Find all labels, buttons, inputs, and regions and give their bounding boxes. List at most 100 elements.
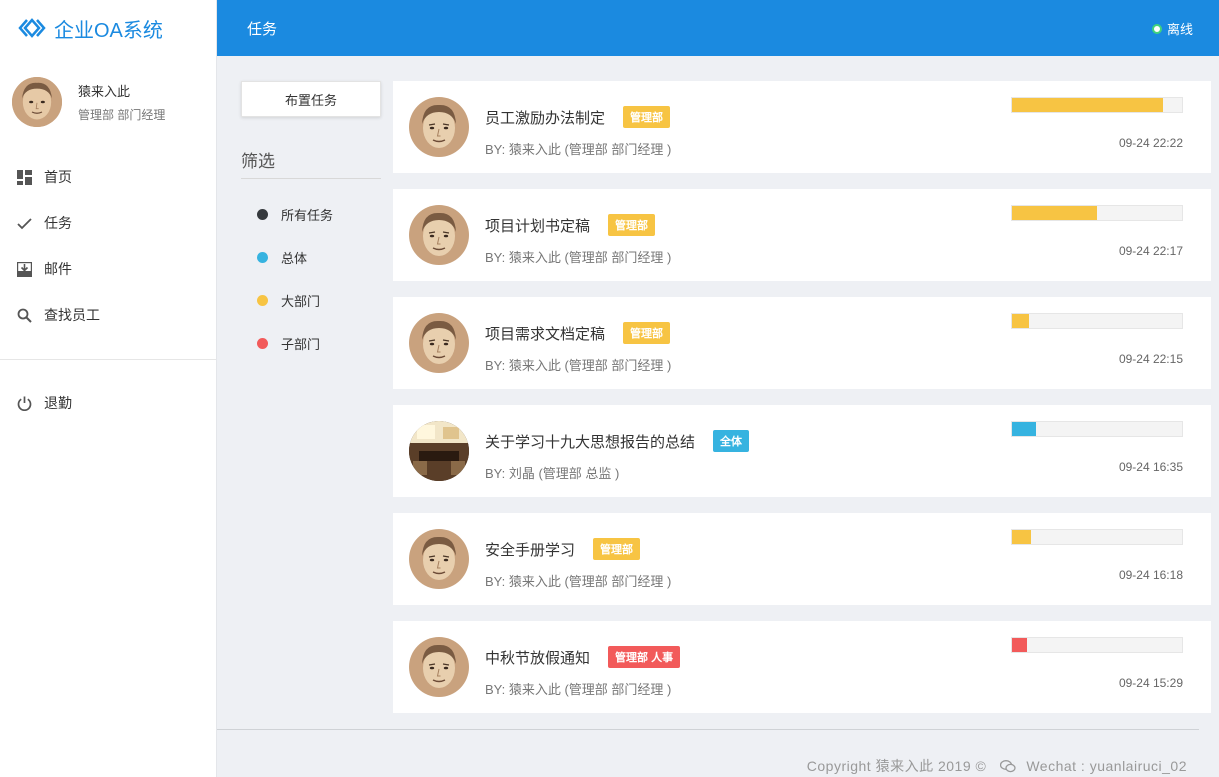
- progress-fill: [1012, 530, 1031, 544]
- progress-bar: [1011, 97, 1183, 113]
- avatar: [409, 205, 469, 265]
- progress-bar: [1011, 637, 1183, 653]
- filter-label: 总体: [281, 251, 308, 266]
- page-title: 任务: [247, 21, 278, 38]
- sidebar-item-tasks[interactable]: 任务: [0, 200, 216, 246]
- progress-fill: [1012, 638, 1028, 652]
- task-time: 09-24 16:35: [1118, 460, 1183, 474]
- task-author: BY: 猿来入此 (管理部 部门经理 ): [485, 682, 672, 697]
- task-time: 09-24 22:22: [1118, 136, 1183, 150]
- check-icon: [16, 215, 32, 231]
- filter-overall[interactable]: 总体: [241, 236, 381, 279]
- dept-badge: 管理部: [623, 322, 671, 344]
- dept-badge: 管理部: [623, 106, 671, 128]
- task-list: 员工激励办法制定 管理部 BY: 猿来入此 (管理部 部门经理 ) 09-24 2…: [393, 81, 1211, 729]
- sidebar-item-label: 邮件: [44, 261, 72, 277]
- online-status[interactable]: 离线: [1151, 19, 1193, 38]
- user-dept: 管理部 部门经理: [78, 108, 166, 122]
- sidebar-nav: 首页 任务 邮件 查找员工: [0, 154, 216, 338]
- sidebar-item-label: 查找员工: [44, 307, 100, 323]
- dept-badge: 管理部: [593, 538, 641, 560]
- search-icon: [16, 307, 32, 323]
- status-dot-icon: [1151, 23, 1162, 34]
- task-author: BY: 猿来入此 (管理部 部门经理 ): [485, 250, 672, 265]
- logo-icon: [18, 18, 46, 38]
- dept-badge: 管理部: [608, 214, 656, 236]
- assign-task-button[interactable]: 布置任务: [241, 81, 381, 117]
- task-card[interactable]: 关于学习十九大思想报告的总结 全体 BY: 刘晶 (管理部 总监 ) 09-24 …: [393, 405, 1211, 497]
- task-time: 09-24 16:18: [1118, 568, 1183, 582]
- filter-list: 所有任务 总体 大部门 子部门: [241, 193, 381, 365]
- sidebar-item-mail[interactable]: 邮件: [0, 246, 216, 292]
- filter-heading: 筛选: [241, 147, 381, 179]
- sidebar-item-label: 任务: [44, 215, 72, 231]
- dashboard-icon: [16, 169, 32, 185]
- task-card[interactable]: 项目计划书定稿 管理部 BY: 猿来入此 (管理部 部门经理 ) 09-24 22…: [393, 189, 1211, 281]
- footer-divider: [217, 729, 1199, 730]
- filter-dot-icon: [257, 252, 268, 263]
- filter-dot-icon: [257, 295, 268, 306]
- task-author: BY: 猿来入此 (管理部 部门经理 ): [485, 142, 672, 157]
- avatar: [409, 637, 469, 697]
- wechat-text: Wechat : yuanlairuci_02: [1026, 758, 1187, 774]
- filter-label: 大部门: [281, 294, 321, 309]
- status-label: 离线: [1166, 22, 1193, 37]
- filter-all[interactable]: 所有任务: [241, 193, 381, 236]
- task-title: 关于学习十九大思想报告的总结: [485, 433, 696, 451]
- task-title: 项目需求文档定稿: [485, 325, 606, 343]
- task-time: 09-24 22:17: [1118, 244, 1183, 258]
- progress-fill: [1012, 206, 1097, 220]
- task-title: 员工激励办法制定: [485, 109, 606, 127]
- progress-fill: [1012, 314, 1029, 328]
- progress-fill: [1012, 422, 1036, 436]
- task-author: BY: 猿来入此 (管理部 部门经理 ): [485, 358, 672, 373]
- dept-badge: 管理部 人事: [608, 646, 681, 668]
- task-author: BY: 猿来入此 (管理部 部门经理 ): [485, 574, 672, 589]
- avatar: [12, 77, 62, 127]
- filter-label: 所有任务: [281, 208, 334, 223]
- filter-label: 子部门: [281, 337, 321, 352]
- progress-fill: [1012, 98, 1164, 112]
- progress-bar: [1011, 313, 1183, 329]
- dept-badge: 全体: [713, 430, 750, 452]
- task-card[interactable]: 员工激励办法制定 管理部 BY: 猿来入此 (管理部 部门经理 ) 09-24 2…: [393, 81, 1211, 173]
- sidebar-item-label: 退勤: [44, 395, 72, 411]
- task-time: 09-24 15:29: [1118, 676, 1183, 690]
- power-icon: [16, 395, 32, 411]
- sidebar-item-find-staff[interactable]: 查找员工: [0, 292, 216, 338]
- filter-dot-icon: [257, 209, 268, 220]
- nav-divider: [0, 359, 216, 360]
- copyright-text: Copyright 猿来入此 2019 ©: [806, 758, 987, 774]
- inbox-icon: [16, 261, 32, 277]
- top-header: 任务 离线: [217, 0, 1219, 56]
- avatar: [409, 529, 469, 589]
- task-time: 09-24 22:15: [1118, 352, 1183, 366]
- filter-dot-icon: [257, 338, 268, 349]
- avatar: [409, 421, 469, 481]
- sidebar-item-label: 首页: [44, 169, 72, 185]
- avatar: [409, 97, 469, 157]
- user-profile: 猿来入此 管理部 部门经理: [0, 56, 216, 148]
- filter-big-dept[interactable]: 大部门: [241, 279, 381, 322]
- task-title: 项目计划书定稿: [485, 217, 591, 235]
- task-card[interactable]: 安全手册学习 管理部 BY: 猿来入此 (管理部 部门经理 ) 09-24 16:…: [393, 513, 1211, 605]
- task-title: 中秋节放假通知: [485, 649, 591, 667]
- app-title: 企业OA系统: [54, 19, 163, 42]
- sidebar-item-checkout[interactable]: 退勤: [0, 380, 216, 426]
- filter-sub-dept[interactable]: 子部门: [241, 322, 381, 365]
- task-card[interactable]: 项目需求文档定稿 管理部 BY: 猿来入此 (管理部 部门经理 ) 09-24 2…: [393, 297, 1211, 389]
- filter-panel: 布置任务 筛选 所有任务 总体 大部门 子部门: [241, 81, 381, 365]
- progress-bar: [1011, 205, 1183, 221]
- task-card[interactable]: 中秋节放假通知 管理部 人事 BY: 猿来入此 (管理部 部门经理 ) 09-24…: [393, 621, 1211, 713]
- task-author: BY: 刘晶 (管理部 总监 ): [485, 466, 620, 481]
- progress-bar: [1011, 421, 1183, 437]
- sidebar-item-home[interactable]: 首页: [0, 154, 216, 200]
- user-name: 猿来入此: [78, 84, 131, 99]
- brand[interactable]: 企业OA系统: [0, 0, 216, 56]
- task-title: 安全手册学习: [485, 541, 576, 559]
- sidebar: 企业OA系统 猿来入此 管理部 部门经理 首页 任务 邮件 查找员工 退勤: [0, 0, 217, 777]
- wechat-icon: [1000, 759, 1016, 773]
- progress-bar: [1011, 529, 1183, 545]
- footer: Copyright 猿来入此 2019 © Wechat : yuanlairu…: [807, 756, 1187, 776]
- avatar: [409, 313, 469, 373]
